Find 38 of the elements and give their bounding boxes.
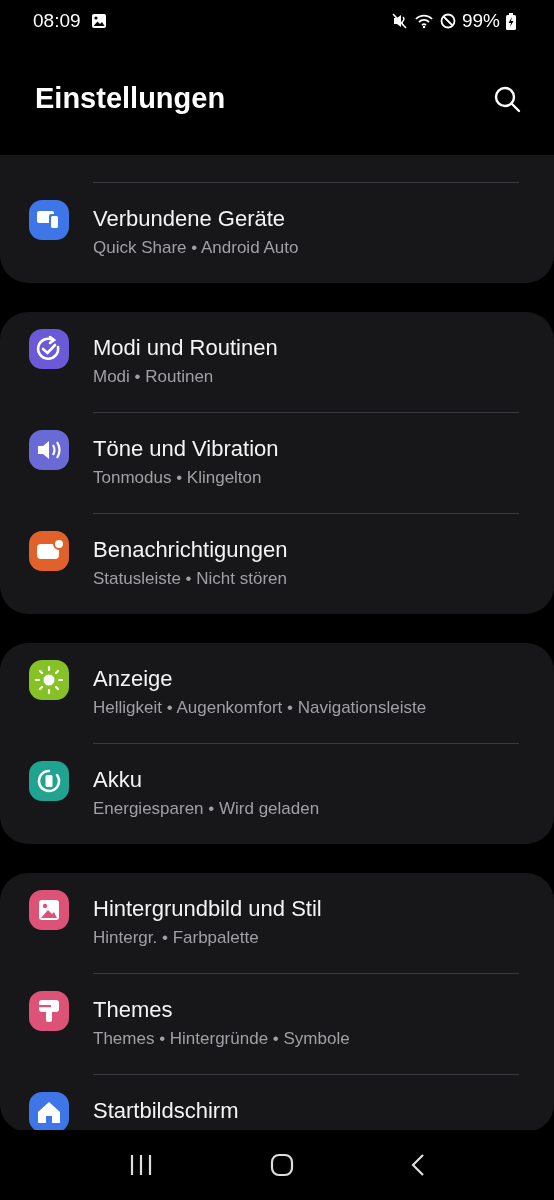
recent-apps-icon[interactable] bbox=[128, 1154, 153, 1176]
item-subtitle: Tonmodus • Klingelton bbox=[93, 468, 263, 488]
item-subtitle: Modi • Routinen bbox=[93, 367, 215, 387]
item-title: Themes bbox=[93, 997, 174, 1023]
home-button-icon[interactable] bbox=[270, 1153, 294, 1177]
settings-item[interactable]: Anzeige Helligkeit • Augenkomfort • Navigationsleiste bbox=[0, 643, 554, 743]
item-title: Anzeige bbox=[93, 666, 174, 692]
item-title: Benachrichtigungen bbox=[93, 537, 288, 563]
item-title: Startbildschirm bbox=[93, 1098, 239, 1124]
search-icon[interactable] bbox=[493, 84, 521, 113]
item-title: Hintergrundbild und Stil bbox=[93, 896, 322, 922]
settings-item[interactable]: Töne und Vibration Tonmodus • Klingelton bbox=[0, 413, 554, 513]
settings-item[interactable]: Verbundene Geräte Quick Share • Android Auto bbox=[0, 183, 554, 283]
item-subtitle: Quick Share • Android Auto bbox=[93, 238, 299, 258]
page-title: Einstellungen bbox=[35, 82, 226, 115]
picture-notification-icon bbox=[90, 13, 107, 29]
settings-item[interactable]: Benachrichtigungen Statusleiste • Nicht stören bbox=[0, 514, 554, 614]
status-time: 08:09 bbox=[33, 10, 81, 32]
item-title: Verbundene Geräte bbox=[93, 206, 287, 232]
item-subtitle: Helligkeit • Augenkomfort • Navigationsleiste bbox=[93, 698, 427, 718]
settings-item[interactable]: Hintergrundbild und Stil Hintergr. • Farbpalette bbox=[0, 873, 554, 973]
item-subtitle: Hintergr. • Farbpalette bbox=[93, 928, 260, 948]
item-title: Töne und Vibration bbox=[93, 436, 279, 462]
settings-item[interactable]: Akku Energiesparen • Wird geladen bbox=[0, 744, 554, 844]
item-subtitle: Statusleiste • Nicht stören bbox=[93, 569, 288, 589]
item-subtitle: Energiesparen • Wird geladen bbox=[93, 799, 320, 819]
settings-item[interactable]: Startbildschirm bbox=[0, 1075, 554, 1130]
item-title: Akku bbox=[93, 767, 143, 793]
wifi-icon bbox=[413, 13, 434, 29]
item-title: Modi und Routinen bbox=[93, 335, 278, 361]
battery-charging-icon bbox=[506, 12, 516, 30]
item-subtitle: Themes • Hintergründe • Symbole bbox=[93, 1029, 350, 1049]
do-not-disturb-icon bbox=[439, 13, 456, 29]
battery-percent: 99% bbox=[461, 10, 500, 32]
settings-item[interactable]: Modi und Routinen Modi • Routinen bbox=[0, 312, 554, 412]
settings-item[interactable]: Themes Themes • Hintergründe • Symbole bbox=[0, 974, 554, 1074]
back-icon[interactable] bbox=[411, 1153, 426, 1177]
mute-icon bbox=[391, 13, 408, 29]
